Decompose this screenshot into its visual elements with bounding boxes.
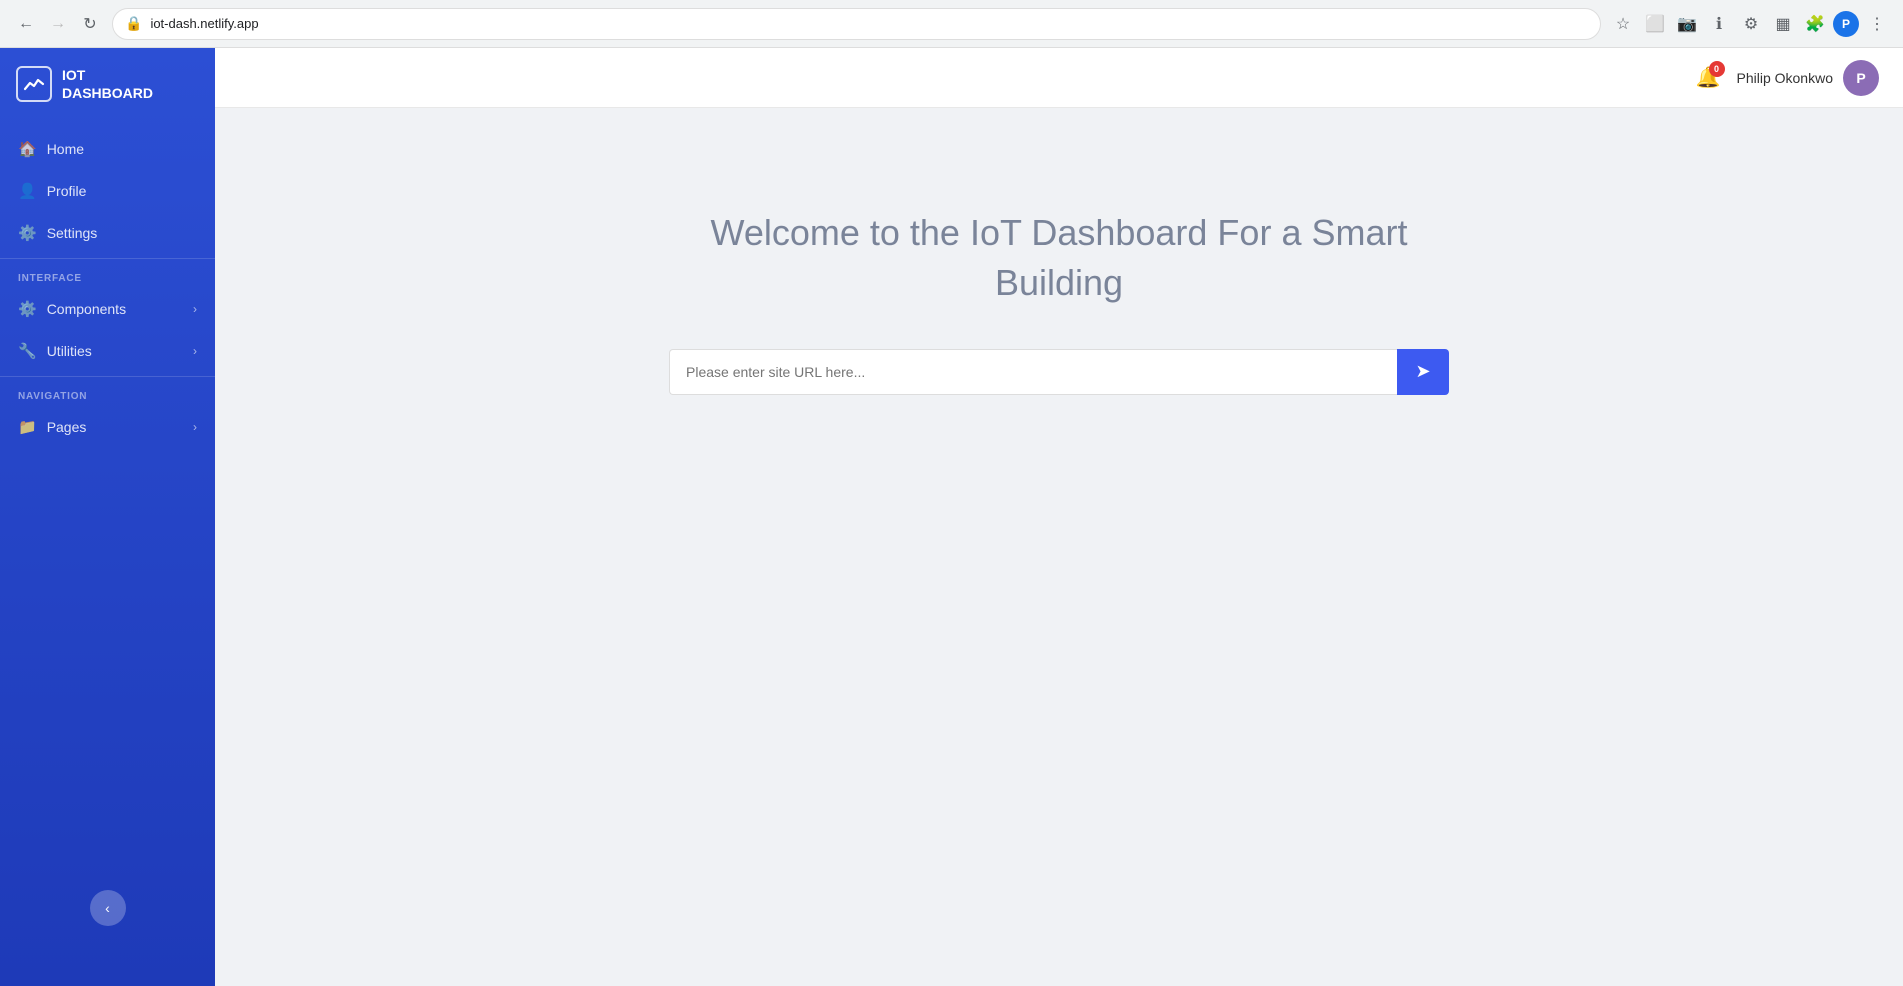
components-chevron-icon: › (193, 302, 197, 316)
sidebar-item-profile-label: Profile (47, 183, 87, 199)
pages-icon: 📁 (18, 418, 37, 436)
url-text: iot-dash.netlify.app (150, 16, 258, 31)
profile-icon: 👤 (18, 182, 37, 200)
sidebar-item-home-label: Home (47, 141, 84, 157)
sign-in-icon: ➤ (1415, 361, 1430, 382)
interface-section-label: INTERFACE (0, 263, 215, 288)
apps-button[interactable]: ▦ (1769, 10, 1797, 38)
sidebar-item-settings[interactable]: ⚙️ Settings (0, 212, 215, 254)
welcome-title: Welcome to the IoT Dashboard For a Smart… (709, 208, 1409, 309)
user-info[interactable]: Philip Okonkwo P (1737, 60, 1880, 96)
browser-chrome: ← → ↻ 🔒 iot-dash.netlify.app ☆ ⬜ 📷 ℹ ⚙ ▦… (0, 0, 1903, 48)
components-icon: ⚙️ (18, 300, 37, 318)
sidebar-item-settings-label: Settings (47, 225, 98, 241)
url-input-container: ➤ (669, 349, 1449, 395)
utilities-icon: 🔧 (18, 342, 37, 360)
sidebar-logo: IOT DASHBOARD (0, 48, 215, 120)
bookmark-button[interactable]: ☆ (1609, 10, 1637, 38)
sidebar-item-pages[interactable]: 📁 Pages › (0, 406, 215, 448)
user-name: Philip Okonkwo (1737, 70, 1834, 86)
home-icon: 🏠 (18, 140, 37, 158)
top-header: 🔔 0 Philip Okonkwo P (215, 48, 1903, 108)
sidebar-item-components-label: Components (47, 301, 126, 317)
logo-text: IOT DASHBOARD (62, 66, 153, 102)
utilities-chevron-icon: › (193, 344, 197, 358)
menu-button[interactable]: ⋮ (1863, 10, 1891, 38)
nav-divider-navigation (0, 376, 215, 377)
chrome-profile-avatar[interactable]: P (1833, 11, 1859, 37)
sidebar-item-utilities[interactable]: 🔧 Utilities › (0, 330, 215, 372)
info-button[interactable]: ℹ (1705, 10, 1733, 38)
sidebar-item-pages-label: Pages (47, 419, 87, 435)
extensions-button[interactable]: 🧩 (1801, 10, 1829, 38)
user-avatar: P (1843, 60, 1879, 96)
url-submit-button[interactable]: ➤ (1397, 349, 1449, 395)
settings-button[interactable]: ⚙ (1737, 10, 1765, 38)
welcome-area: Welcome to the IoT Dashboard For a Smart… (215, 108, 1903, 986)
pages-chevron-icon: › (193, 420, 197, 434)
sidebar-item-home[interactable]: 🏠 Home (0, 128, 215, 170)
cast-button[interactable]: ⬜ (1641, 10, 1669, 38)
sidebar-nav: 🏠 Home 👤 Profile ⚙️ Settings INTERFACE ⚙… (0, 120, 215, 986)
reload-button[interactable]: ↻ (76, 10, 104, 38)
sidebar-item-profile[interactable]: 👤 Profile (0, 170, 215, 212)
address-bar[interactable]: 🔒 iot-dash.netlify.app (112, 8, 1601, 40)
notification-wrapper[interactable]: 🔔 0 (1696, 65, 1721, 90)
main-content: 🔔 0 Philip Okonkwo P Welcome to the IoT … (215, 48, 1903, 986)
sidebar-item-components[interactable]: ⚙️ Components › (0, 288, 215, 330)
screenshot-button[interactable]: 📷 (1673, 10, 1701, 38)
sidebar-collapse-button[interactable]: ‹ (90, 890, 126, 926)
back-button[interactable]: ← (12, 10, 40, 38)
logo-icon (16, 66, 52, 102)
sidebar: IOT DASHBOARD 🏠 Home 👤 Profile ⚙️ Settin… (0, 48, 215, 986)
site-url-input[interactable] (669, 349, 1397, 395)
settings-icon: ⚙️ (18, 224, 37, 242)
sidebar-item-utilities-label: Utilities (47, 343, 92, 359)
browser-nav-buttons: ← → ↻ (12, 10, 104, 38)
browser-actions: ☆ ⬜ 📷 ℹ ⚙ ▦ 🧩 P ⋮ (1609, 10, 1891, 38)
lock-icon: 🔒 (125, 15, 142, 32)
forward-button[interactable]: → (44, 10, 72, 38)
navigation-section-label: NAVIGATION (0, 381, 215, 406)
notification-badge: 0 (1709, 61, 1725, 77)
nav-divider-interface (0, 258, 215, 259)
app-container: IOT DASHBOARD 🏠 Home 👤 Profile ⚙️ Settin… (0, 48, 1903, 986)
